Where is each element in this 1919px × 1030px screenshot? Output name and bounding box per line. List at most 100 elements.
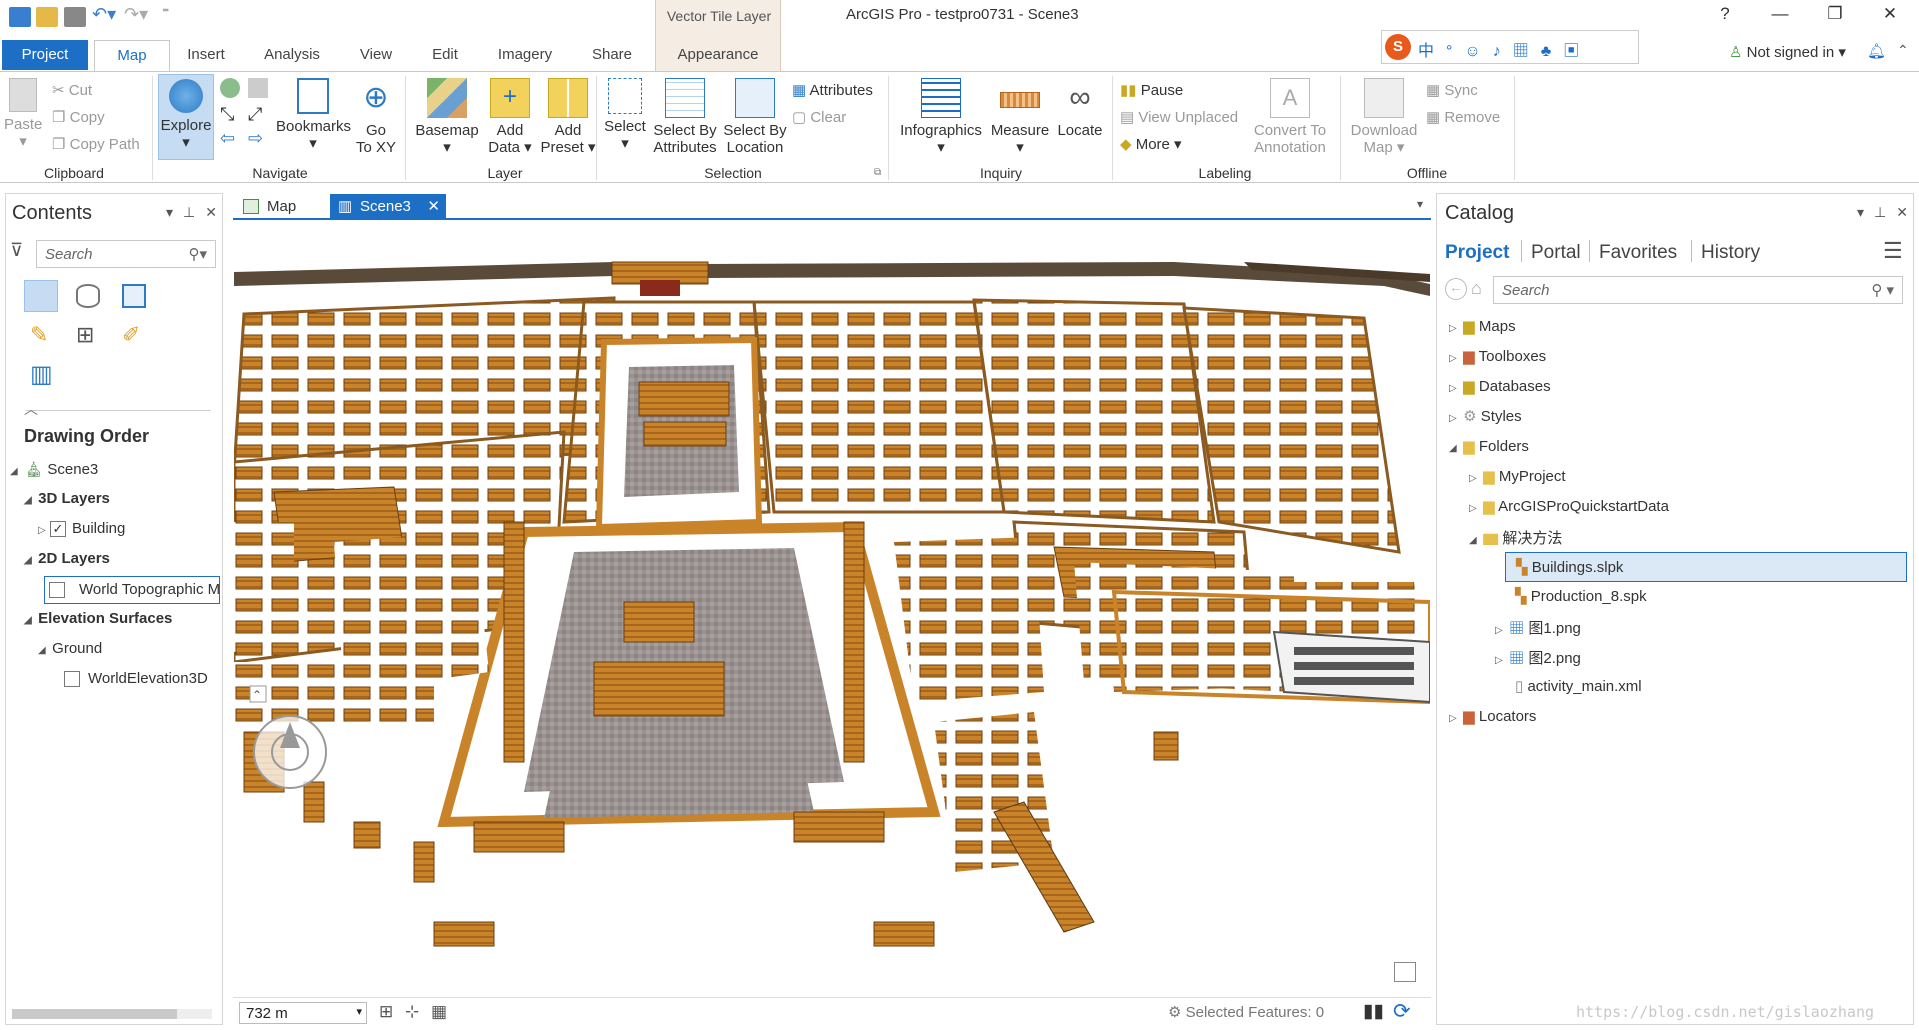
list-by-data-source-icon[interactable]	[76, 284, 100, 308]
copy-button[interactable]: ❐ Copy	[52, 108, 105, 126]
home-icon[interactable]: ⌂	[1471, 278, 1482, 299]
minimize-button[interactable]: —	[1760, 4, 1800, 28]
catalog-production-spk[interactable]: ▚ Production_8.spk	[1515, 587, 1647, 605]
scale-selector[interactable]: 732 m ▾	[239, 1002, 367, 1024]
zoom-in-icon[interactable]: ⤡	[220, 104, 234, 125]
catalog-menu-icon[interactable]: ☰	[1883, 238, 1903, 264]
measure-button[interactable]: Measure ▾	[988, 78, 1052, 156]
catalog-styles[interactable]: ▷ ⚙ Styles	[1449, 407, 1522, 425]
go-to-xy-button[interactable]: ⊕ Go To XY	[352, 78, 400, 156]
tree-elevation-surfaces[interactable]: ◢ Elevation Surfaces	[24, 610, 172, 627]
catalog-databases[interactable]: ▷ ▆ Databases	[1449, 377, 1551, 395]
bookmarks-button[interactable]: Bookmarks ▾	[276, 78, 351, 152]
filter-icon[interactable]: ⊽	[10, 240, 23, 261]
download-map-button[interactable]: Download Map ▾	[1346, 78, 1422, 156]
refresh-icon[interactable]: ⟳	[1393, 999, 1411, 1024]
zoom-out-icon[interactable]: ⤢	[248, 104, 262, 125]
add-data-button[interactable]: + Add Data ▾	[484, 78, 536, 156]
select-button[interactable]: Select ▾	[602, 78, 648, 152]
view-tabs-menu-icon[interactable]: ▾	[1417, 197, 1423, 211]
tab-appearance[interactable]: Appearance	[665, 40, 771, 70]
cut-button[interactable]: ✂ Cut	[52, 81, 92, 99]
selection-options-icon[interactable]: ⧉	[874, 167, 881, 178]
save-project-icon[interactable]	[9, 7, 31, 27]
catalog-myproject[interactable]: ▷ ▆ MyProject	[1469, 467, 1566, 485]
list-by-labeling-icon[interactable]: ✐	[122, 322, 140, 348]
catalog-xml[interactable]: ▯ activity_main.xml	[1515, 677, 1642, 695]
catalog-tab-portal[interactable]: Portal	[1531, 242, 1581, 264]
catalog-folders[interactable]: ◢ ▆ Folders	[1449, 437, 1529, 455]
select-by-location-button[interactable]: Select By Location	[722, 78, 788, 156]
tree-world-elevation[interactable]: WorldElevation3D	[64, 670, 222, 688]
collapse-ribbon-icon[interactable]: ⌃	[1897, 42, 1909, 59]
close-button[interactable]: ✕	[1870, 4, 1910, 28]
tab-map-view[interactable]: Map	[237, 194, 327, 219]
tab-analysis[interactable]: Analysis	[254, 40, 330, 70]
customize-toolbar-icon[interactable]: ⁼	[162, 4, 169, 21]
undo-icon[interactable]: ↶▾	[92, 4, 116, 25]
contents-scrollbar[interactable]	[12, 1009, 212, 1019]
tree-ground[interactable]: ◢ Ground	[38, 640, 102, 657]
sync-button[interactable]: ▦ Sync	[1426, 81, 1478, 99]
close-view-tab-button[interactable]: ✕	[427, 194, 440, 219]
tab-view[interactable]: View	[348, 40, 404, 70]
ime-logo-icon[interactable]: S	[1385, 34, 1411, 60]
redo-icon[interactable]: ↷▾	[124, 4, 148, 25]
full-extent-icon[interactable]	[220, 78, 240, 98]
tab-map[interactable]: Map	[94, 40, 170, 72]
copy-path-button[interactable]: ❐ Copy Path	[52, 135, 140, 153]
world-topo-visibility-checkbox[interactable]	[49, 582, 65, 598]
collapse-arrow-icon[interactable]: ︿	[24, 399, 38, 419]
clear-button[interactable]: ▢ Clear	[792, 108, 846, 126]
pause-drawing-icon[interactable]: ▮▮	[1363, 1000, 1384, 1023]
paste-button[interactable]: Paste ▾	[4, 78, 42, 150]
tree-scene3[interactable]: ◢ ⛪︎ Scene3	[10, 460, 98, 478]
back-icon[interactable]: ←	[1445, 278, 1467, 300]
selected-features[interactable]: ⚙ Selected Features: 0	[1168, 1003, 1324, 1021]
catalog-quickstart[interactable]: ▷ ▆ ArcGISProQuickstartData	[1469, 497, 1669, 515]
catalog-maps[interactable]: ▷ ▆ Maps	[1449, 317, 1516, 335]
list-by-snapping-icon[interactable]: ⊞	[76, 322, 94, 348]
next-extent-icon[interactable]: ⇨	[248, 128, 263, 149]
tree-2d-layers[interactable]: ◢ 2D Layers	[24, 550, 110, 567]
tab-insert[interactable]: Insert	[175, 40, 237, 70]
pause-labeling-button[interactable]: ▮▮ Pause	[1120, 81, 1183, 99]
building-visibility-checkbox[interactable]: ✓	[50, 521, 66, 538]
list-by-drawing-order-icon[interactable]	[24, 280, 58, 312]
coordinate-system-icon[interactable]: ⊞	[379, 1002, 393, 1022]
open-project-icon[interactable]	[36, 7, 58, 27]
restore-button[interactable]: ❐	[1815, 4, 1855, 28]
navigation-constraint-icon[interactable]: ⊹	[405, 1002, 419, 1022]
fixed-zoom-icon[interactable]	[248, 78, 268, 98]
catalog-buildings-slpk[interactable]: ▚ Buildings.slpk	[1505, 552, 1907, 582]
tree-building[interactable]: ▷ ✓ Building	[38, 520, 125, 538]
catalog-pane-options-icon[interactable]: ▾⊥✕	[1857, 204, 1918, 221]
tab-imagery[interactable]: Imagery	[486, 40, 564, 70]
add-preset-button[interactable]: Add Preset ▾	[536, 78, 600, 156]
convert-to-annotation-button[interactable]: A Convert To Annotation	[1252, 78, 1328, 156]
catalog-solution-folder[interactable]: ◢ ▆ 解决方法	[1469, 527, 1562, 548]
infographics-button[interactable]: Infographics ▾	[896, 78, 986, 156]
attributes-button[interactable]: ▦ Attributes	[792, 81, 873, 99]
catalog-tab-favorites[interactable]: Favorites	[1599, 242, 1677, 264]
world-elevation-checkbox[interactable]	[64, 671, 80, 688]
list-by-editing-icon[interactable]: ✎	[30, 322, 48, 348]
tree-3d-layers[interactable]: ◢ 3D Layers	[24, 490, 110, 507]
list-by-selection-icon[interactable]	[122, 284, 146, 308]
scene-options-icon[interactable]	[1394, 962, 1416, 982]
pane-options-icon[interactable]: ▾⊥✕	[166, 204, 227, 221]
previous-extent-icon[interactable]: ⇦	[220, 128, 235, 149]
sign-in-status[interactable]: ♙ Not signed in ▾	[1729, 43, 1846, 61]
tab-share[interactable]: Share	[580, 40, 644, 70]
tab-scene3-view[interactable]: ▥ Scene3 ✕	[330, 194, 446, 219]
explore-button[interactable]: Explore ▾	[158, 74, 214, 160]
save-icon[interactable]	[64, 7, 86, 27]
tab-project[interactable]: Project	[2, 40, 88, 70]
remove-button[interactable]: ▦ Remove	[1426, 108, 1500, 126]
basemap-button[interactable]: Basemap ▾	[412, 78, 482, 156]
more-labeling-button[interactable]: ◆ More ▾	[1120, 135, 1182, 153]
notification-icon[interactable]: 🔔︎	[1867, 42, 1886, 60]
select-by-attributes-button[interactable]: Select By Attributes	[652, 78, 718, 156]
contents-search-input[interactable]: Search ⚲▾	[36, 240, 216, 268]
scene-view[interactable]: ⌃	[234, 222, 1430, 997]
